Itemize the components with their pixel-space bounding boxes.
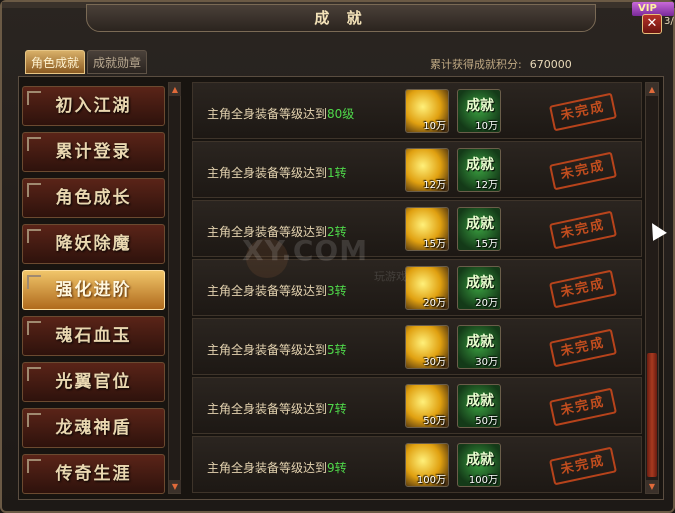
watermark-subtext: 玩游戏: [374, 270, 407, 283]
achievement-desc: 主角全身装备等级达到5转: [207, 343, 347, 357]
achievement-row: 主角全身装备等级达到9转 100万 成就 100万 未完成: [192, 436, 642, 493]
achievement-desc: 主角全身装备等级达到1转: [207, 166, 347, 180]
status-stamp: 未完成: [548, 92, 618, 132]
achievement-badge-icon[interactable]: 成就 30万: [457, 325, 501, 369]
status-stamp: 未完成: [548, 269, 618, 309]
status-stamp: 未完成: [548, 387, 618, 427]
category-list: 初入江湖 累计登录 角色成长 降妖除魔 强化进阶 魂石血玉 光翼官位 龙魂神盾 …: [22, 82, 165, 494]
achievement-row: 主角全身装备等级达到7转 50万 成就 50万 未完成: [192, 377, 642, 434]
gold-coins-icon[interactable]: 20万: [405, 266, 449, 310]
status-stamp: 未完成: [548, 210, 618, 250]
gold-coins-icon[interactable]: 10万: [405, 89, 449, 133]
achievement-desc: 主角全身装备等级达到7转: [207, 402, 347, 416]
category-item[interactable]: 累计登录: [22, 132, 165, 172]
scroll-down-arrow-icon[interactable]: ▼: [646, 480, 658, 493]
tab-achievement-medal[interactable]: 成就勋章: [87, 50, 147, 74]
achievement-desc: 主角全身装备等级达到3转: [207, 284, 347, 298]
category-scrollbar[interactable]: ▲ ▼: [168, 82, 181, 494]
achievement-row: 主角全身装备等级达到5转 30万 成就 30万 未完成: [192, 318, 642, 375]
category-item[interactable]: 初入江湖: [22, 86, 165, 126]
tab-role-achievement[interactable]: 角色成就: [25, 50, 85, 74]
scroll-up-arrow-icon[interactable]: ▲: [169, 83, 181, 96]
score-label: 累计获得成就积分:: [430, 58, 522, 71]
status-stamp: 未完成: [548, 151, 618, 191]
watermark-text: XY.COM: [242, 234, 369, 267]
scroll-down-arrow-icon[interactable]: ▼: [169, 480, 181, 493]
achievement-badge-icon[interactable]: 成就 12万: [457, 148, 501, 192]
achievement-row: 主角全身装备等级达到1转 12万 成就 12万 未完成: [192, 141, 642, 198]
vip-number: 3/: [664, 16, 674, 27]
category-item[interactable]: 光翼官位: [22, 362, 165, 402]
achievement-scrollbar[interactable]: ▲ ▼: [645, 82, 659, 494]
category-item[interactable]: 降妖除魔: [22, 224, 165, 264]
category-item-active[interactable]: 强化进阶: [22, 270, 165, 310]
gold-coins-icon[interactable]: 50万: [405, 384, 449, 428]
achievement-desc: 主角全身装备等级达到80级: [207, 107, 355, 121]
gold-coins-icon[interactable]: 12万: [405, 148, 449, 192]
category-item[interactable]: 角色成长: [22, 178, 165, 218]
achievement-window: 成 就 VIP 3/ ✕ 角色成就 成就勋章 累计获得成就积分: 670000 初…: [0, 0, 675, 513]
window-title: 成 就: [86, 4, 596, 32]
achievement-badge-icon[interactable]: 成就 100万: [457, 443, 501, 487]
achievement-badge-icon[interactable]: 成就 50万: [457, 384, 501, 428]
category-item[interactable]: 传奇生涯: [22, 454, 165, 494]
score-value: 670000: [529, 58, 572, 71]
achievement-desc: 主角全身装备等级达到9转: [207, 461, 347, 475]
achievement-row: 主角全身装备等级达到80级 10万 成就 10万 未完成: [192, 82, 642, 139]
achievement-badge-icon[interactable]: 成就 15万: [457, 207, 501, 251]
status-stamp: 未完成: [548, 446, 618, 486]
status-stamp: 未完成: [548, 328, 618, 368]
category-item[interactable]: 龙魂神盾: [22, 408, 165, 448]
achievement-badge-icon[interactable]: 成就 10万: [457, 89, 501, 133]
category-item[interactable]: 魂石血玉: [22, 316, 165, 356]
close-button[interactable]: ✕: [642, 14, 662, 34]
gold-coins-icon[interactable]: 15万: [405, 207, 449, 251]
achievement-badge-icon[interactable]: 成就 20万: [457, 266, 501, 310]
gold-coins-icon[interactable]: 30万: [405, 325, 449, 369]
score-display: 累计获得成就积分: 670000: [430, 56, 572, 72]
gold-coins-icon[interactable]: 100万: [405, 443, 449, 487]
scroll-thumb[interactable]: [647, 353, 657, 477]
achievement-list: 主角全身装备等级达到80级 10万 成就 10万 未完成 主角全身装备等级达到1转…: [192, 82, 642, 494]
scroll-up-arrow-icon[interactable]: ▲: [646, 83, 658, 96]
